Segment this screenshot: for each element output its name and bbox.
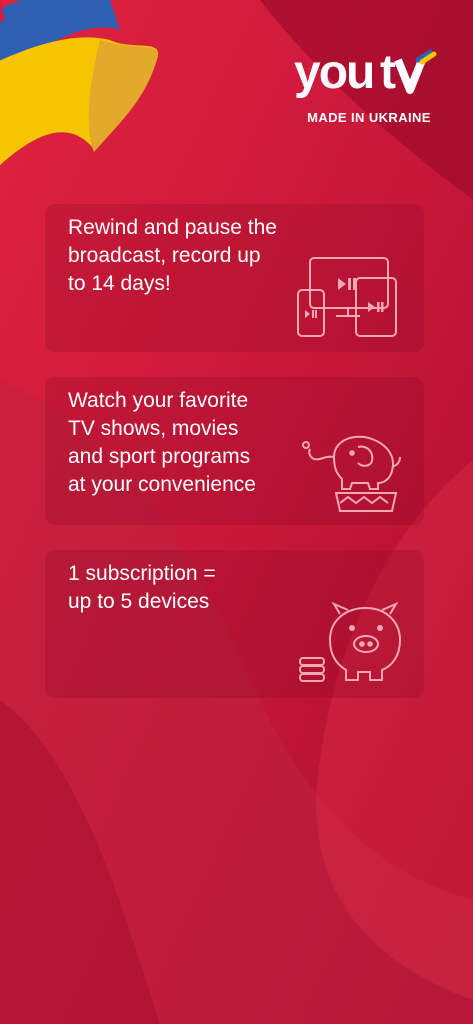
onboarding-screen: you t MADE IN UKRAINE Rewind and pause t… [0,0,473,1024]
feature-text: Watch your favorite TV shows, movies and… [68,389,256,496]
svg-text:you: you [294,46,373,99]
piggy-bank-icon [299,601,402,682]
devices-icon [297,257,397,337]
svg-text:t: t [380,46,396,99]
feature-card-watch: Watch your favorite TV shows, movies and… [45,377,424,525]
feature-card-subscription: 1 subscription = up to 5 devices [45,550,424,698]
feature-text: Rewind and pause the broadcast, record u… [68,216,277,295]
feature-card-rewind: Rewind and pause the broadcast, record u… [45,204,424,352]
feature-text: 1 subscription = up to 5 devices [68,562,216,613]
brand-block: you t MADE IN UKRAINE [289,44,449,125]
ukraine-flag-ribbon [0,0,159,165]
circus-elephant-icon [302,435,401,512]
brand-tagline: MADE IN UKRAINE [307,110,431,125]
youtv-logo: you t [294,46,437,99]
